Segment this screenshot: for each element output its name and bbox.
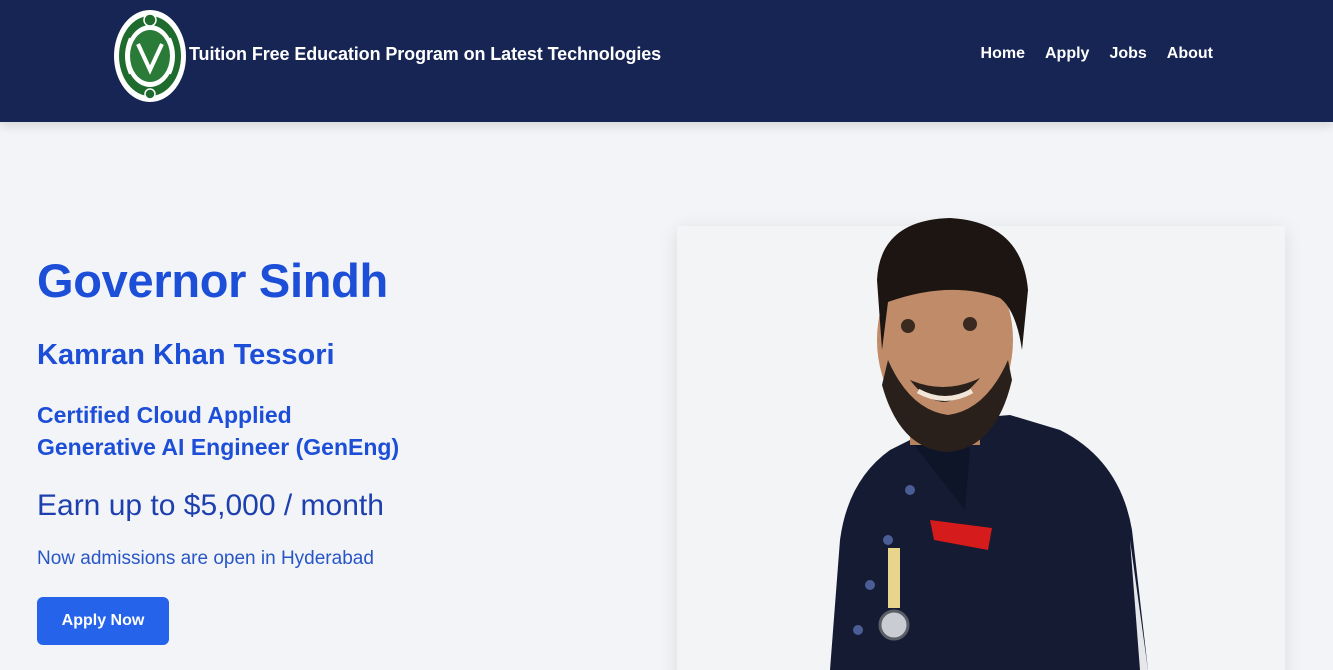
- admissions-notice: Now admissions are open in Hyderabad: [37, 548, 374, 569]
- hero-title: Governor Sindh: [37, 254, 388, 307]
- earnings-text: Earn up to $5,000 / month: [37, 489, 384, 522]
- governor-portrait-icon: [830, 218, 1148, 670]
- hero-section: Governor Sindh Kamran Khan Tessori Certi…: [37, 252, 597, 572]
- top-navbar: Tuition Free Education Program on Latest…: [0, 0, 1333, 122]
- nav-home-link[interactable]: Home: [981, 45, 1025, 63]
- certification-line-1: Certified Cloud Applied: [37, 402, 292, 428]
- brand[interactable]: Tuition Free Education Program on Latest…: [112, 8, 661, 104]
- certification-line-2: Generative AI Engineer (GenEng): [37, 434, 400, 460]
- nav-about-link[interactable]: About: [1167, 45, 1213, 63]
- apply-now-button[interactable]: Apply Now: [37, 597, 169, 645]
- site-title[interactable]: Tuition Free Education Program on Latest…: [189, 44, 661, 65]
- certification-heading: Certified Cloud Applied Generative AI En…: [37, 399, 597, 463]
- governor-name: Kamran Khan Tessori: [37, 339, 335, 371]
- main-nav: Home Apply Jobs About: [981, 45, 1213, 63]
- nav-jobs-link[interactable]: Jobs: [1109, 45, 1146, 63]
- governor-house-emblem-icon[interactable]: [112, 8, 188, 104]
- nav-apply-link[interactable]: Apply: [1045, 45, 1089, 63]
